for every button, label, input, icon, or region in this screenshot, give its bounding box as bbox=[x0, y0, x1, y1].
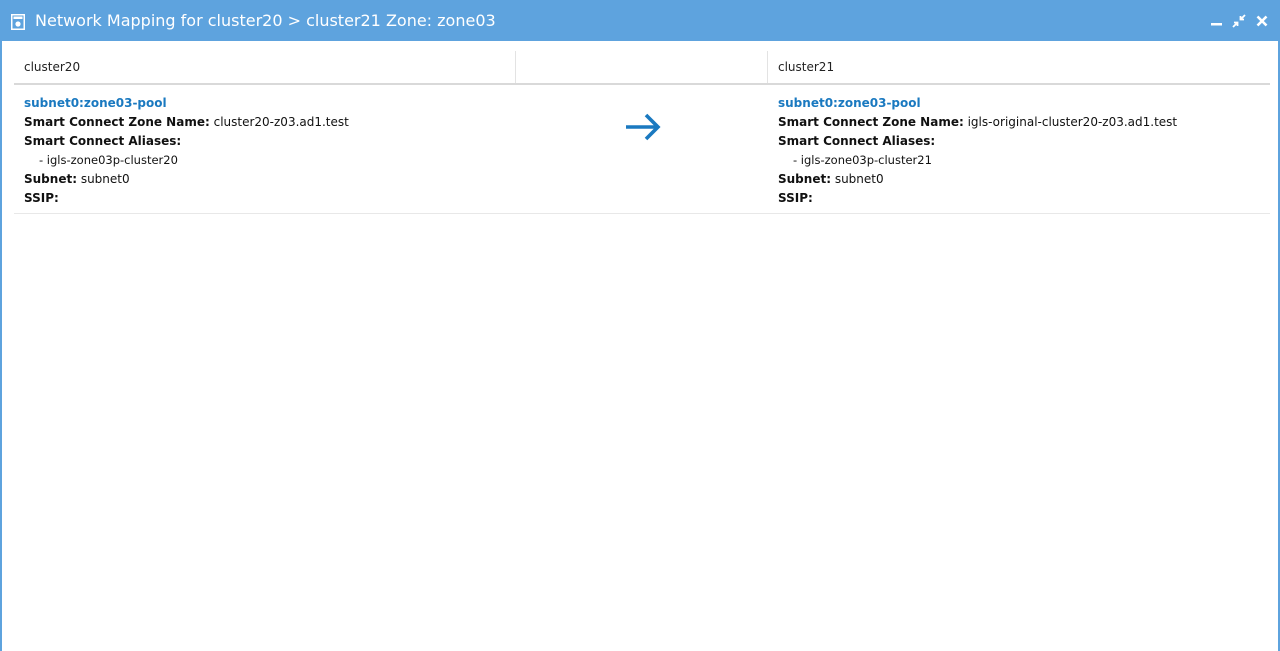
ssip-label: SSIP: bbox=[778, 191, 813, 205]
target-zone-name: igls-original-cluster20-z03.ad1.test bbox=[967, 115, 1178, 129]
target-pool-name[interactable]: subnet0:zone03-pool bbox=[778, 94, 1258, 113]
column-header-target[interactable]: cluster21 bbox=[768, 51, 1270, 83]
target-ssip-line: SSIP: bbox=[778, 189, 1258, 208]
source-pool-name[interactable]: subnet0:zone03-pool bbox=[24, 94, 504, 113]
zone-name-label: Smart Connect Zone Name: bbox=[778, 115, 964, 129]
title-bar[interactable]: Network Mapping for cluster20 > cluster2… bbox=[0, 0, 1280, 41]
window-title: Network Mapping for cluster20 > cluster2… bbox=[35, 11, 496, 30]
target-alias: - igls-zone03p-cluster21 bbox=[793, 153, 932, 167]
ssip-label: SSIP: bbox=[24, 191, 59, 205]
aliases-label: Smart Connect Aliases: bbox=[24, 134, 182, 148]
grid-header: cluster20 cluster21 bbox=[14, 51, 1270, 85]
minimize-icon[interactable] bbox=[1210, 14, 1224, 28]
column-header-mapping[interactable] bbox=[516, 51, 768, 83]
source-subnet: subnet0 bbox=[80, 172, 130, 186]
window-icon bbox=[11, 14, 25, 30]
source-zone-name-line: Smart Connect Zone Name: cluster20-z03.a… bbox=[24, 113, 504, 132]
source-subnet-line: Subnet: subnet0 bbox=[24, 170, 504, 189]
column-header-source[interactable]: cluster20 bbox=[14, 51, 516, 83]
close-icon[interactable] bbox=[1255, 14, 1269, 28]
restore-icon[interactable] bbox=[1232, 14, 1246, 28]
arrow-right-icon bbox=[624, 112, 662, 142]
source-zone-name: cluster20-z03.ad1.test bbox=[213, 115, 349, 129]
aliases-label: Smart Connect Aliases: bbox=[778, 134, 936, 148]
target-subnet: subnet0 bbox=[834, 172, 884, 186]
network-mapping-window: Network Mapping for cluster20 > cluster2… bbox=[0, 0, 1280, 651]
table-row[interactable]: subnet0:zone03-pool Smart Connect Zone N… bbox=[14, 85, 1270, 214]
zone-name-label: Smart Connect Zone Name: bbox=[24, 115, 210, 129]
target-zone-name-line: Smart Connect Zone Name: igls-original-c… bbox=[778, 113, 1258, 132]
source-alias: - igls-zone03p-cluster20 bbox=[39, 153, 178, 167]
subnet-label: Subnet: bbox=[778, 172, 831, 186]
source-ssip-line: SSIP: bbox=[24, 189, 504, 208]
mapping-grid: cluster20 cluster21 subnet0:zone03-pool … bbox=[14, 51, 1270, 214]
source-pool: subnet0:zone03-pool Smart Connect Zone N… bbox=[24, 94, 504, 208]
subnet-label: Subnet: bbox=[24, 172, 77, 186]
target-pool: subnet0:zone03-pool Smart Connect Zone N… bbox=[778, 94, 1258, 208]
target-subnet-line: Subnet: subnet0 bbox=[778, 170, 1258, 189]
